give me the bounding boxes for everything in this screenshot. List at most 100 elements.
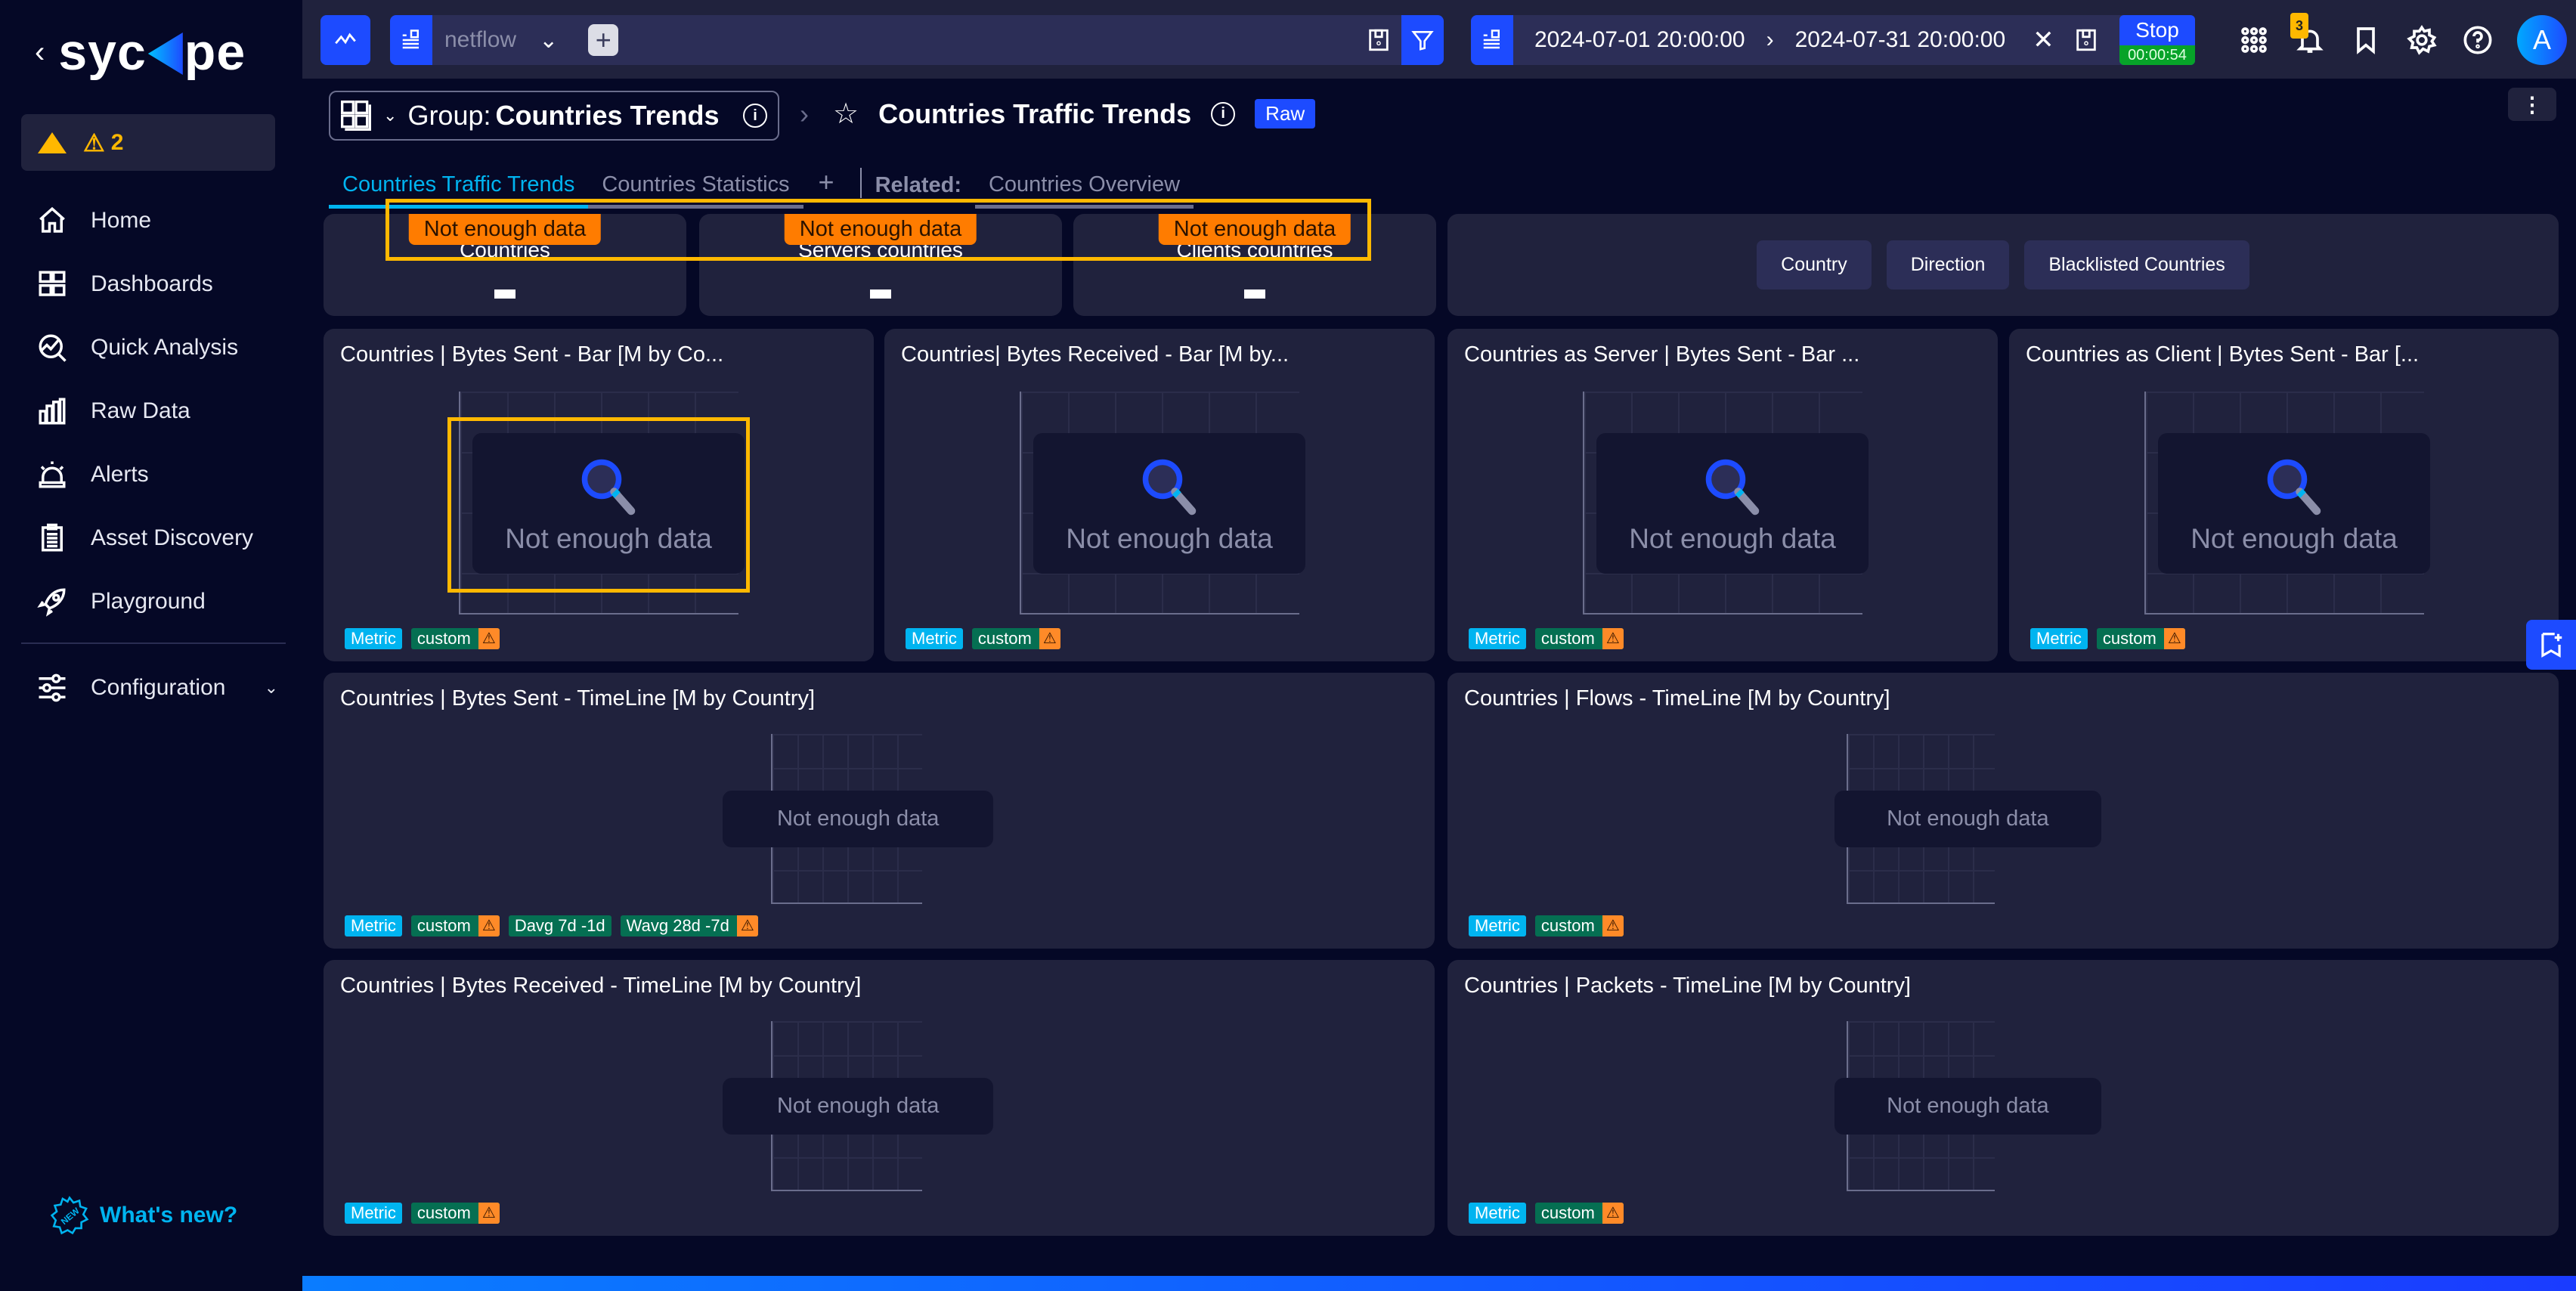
notifications-button[interactable]: 3 <box>2290 13 2327 57</box>
dashboard-info-icon[interactable]: i <box>1211 101 1236 126</box>
sidebar-item-asset-discovery[interactable]: Asset Discovery <box>36 506 286 570</box>
apps-grid-button[interactable] <box>2237 23 2271 57</box>
tag-label: custom <box>1540 629 1595 648</box>
sidebar-item-label: Alerts <box>91 462 149 487</box>
tag-label: Wavg 28d -7d <box>626 916 729 935</box>
widget-title[interactable]: Countries | Flows - TimeLine [M by Count… <box>1464 686 1890 711</box>
widget-title[interactable]: Countries as Server | Bytes Sent - Bar .… <box>1464 342 1859 367</box>
not-enough-data-box: Not enough data <box>1834 791 2101 847</box>
sidebar-divider <box>21 642 286 644</box>
tag-metric: Metric <box>906 628 963 649</box>
breadcrumb-separator-icon: › <box>800 98 809 129</box>
alerts-summary[interactable]: ⚠ 2 <box>21 114 275 171</box>
not-enough-data-box: Not enough data <box>723 1078 994 1135</box>
group-grid-icon <box>341 101 371 131</box>
widget-title[interactable]: Countries | Bytes Sent - Bar [M by Co... <box>340 342 723 367</box>
help-button[interactable] <box>2461 23 2494 57</box>
pulse-icon <box>335 33 356 45</box>
related-countries-overview[interactable]: Countries Overview <box>974 172 1194 209</box>
collapse-sidebar-icon[interactable]: ‹ <box>35 36 45 70</box>
timeline-widget: Countries | Bytes Received - TimeLine [M… <box>324 960 1435 1236</box>
filter-direction-button[interactable]: Direction <box>1886 240 2010 289</box>
no-data-message: Not enough data <box>1066 523 1273 554</box>
warning-icon: ⚠ <box>1602 628 1624 649</box>
brand-logo[interactable]: syc pe <box>58 23 246 82</box>
tag-label: custom <box>416 1203 471 1222</box>
sidebar-item-label: Raw Data <box>91 398 190 423</box>
tag-custom: custom ⚠ <box>2096 628 2185 649</box>
logo: ‹ syc pe <box>35 23 246 82</box>
chevron-down-icon: ⌄ <box>383 106 398 125</box>
chevron-down-icon[interactable]: ⌄ <box>539 27 558 54</box>
kpi-value-empty <box>1244 289 1265 299</box>
favorite-star-icon[interactable]: ☆ <box>833 97 859 131</box>
widget-title[interactable]: Countries as Client | Bytes Sent - Bar [… <box>2026 342 2419 367</box>
bar-widget: Countries| Bytes Received - Bar [M by...… <box>884 329 1435 661</box>
time-to[interactable]: 2024-07-31 20:00:00 <box>1795 27 2006 53</box>
sidebar-item-raw-data[interactable]: Raw Data <box>36 379 286 443</box>
tab-countries-statistics[interactable]: Countries Statistics <box>588 172 803 209</box>
kpi-countries: Countries Not enough data <box>324 214 686 316</box>
kpi-clients-countries: Clients countries Not enough data <box>1073 214 1436 316</box>
filter-blacklisted-countries-button[interactable]: Blacklisted Countries <box>2024 240 2249 289</box>
clear-time-button[interactable]: ✕ <box>2033 25 2054 55</box>
widget-title[interactable]: Countries| Bytes Received - Bar [M by... <box>901 342 1289 367</box>
widget-title[interactable]: Countries | Bytes Sent - TimeLine [M by … <box>340 686 815 711</box>
warning-icon: ⚠ <box>1602 1203 1624 1224</box>
magnifier-icon <box>1142 459 1197 515</box>
more-options-button[interactable]: ⋮ <box>2508 88 2556 121</box>
add-source-button[interactable]: + <box>588 24 619 56</box>
sidebar-item-quick-analysis[interactable]: Quick Analysis <box>36 316 286 379</box>
filter-button[interactable] <box>1401 15 1444 65</box>
filters-panel: Country Direction Blacklisted Countries <box>1447 214 2559 316</box>
sidebar-nav: Home Dashboards Quick Analysis Raw Data … <box>36 189 286 633</box>
widget-title[interactable]: Countries | Bytes Received - TimeLine [M… <box>340 974 861 998</box>
stop-button[interactable]: Stop 00:00:54 <box>2119 15 2195 65</box>
add-bookmark-side-button[interactable] <box>2526 620 2576 670</box>
sidebar-item-playground[interactable]: Playground <box>36 570 286 633</box>
warning-triangle-icon <box>38 132 67 153</box>
tag-metric: Metric <box>2030 628 2088 649</box>
whats-new-link[interactable]: NEW What's new? <box>50 1196 237 1235</box>
timeline-widget: Countries | Packets - TimeLine [M by Cou… <box>1447 960 2559 1236</box>
group-selector[interactable]: ⌄ Group: Countries Trends i <box>329 91 779 141</box>
sidebar-item-label: Home <box>91 208 152 233</box>
source-list-button[interactable] <box>390 15 432 65</box>
tag-custom: custom ⚠ <box>1534 1203 1624 1224</box>
save-query-button[interactable] <box>1364 25 1394 55</box>
tab-countries-traffic-trends[interactable]: Countries Traffic Trends <box>329 172 589 209</box>
clipboard-icon <box>36 522 68 554</box>
warning-icon: ⚠ <box>736 915 758 937</box>
save-icon <box>2076 29 2096 51</box>
whats-new-label: What's new? <box>100 1203 238 1228</box>
sidebar-item-label: Quick Analysis <box>91 335 239 360</box>
settings-button[interactable] <box>2405 23 2438 57</box>
time-presets-button[interactable] <box>1471 15 1513 65</box>
widget-title[interactable]: Countries | Packets - TimeLine [M by Cou… <box>1464 974 1911 998</box>
tag-custom: custom ⚠ <box>410 1203 500 1224</box>
source-name[interactable]: netflow <box>444 27 516 53</box>
gear-icon <box>2407 25 2437 55</box>
filter-country-button[interactable]: Country <box>1757 240 1872 289</box>
add-tab-button[interactable]: + <box>803 166 850 209</box>
siren-icon <box>36 459 68 491</box>
sidebar-item-dashboards[interactable]: Dashboards <box>36 252 286 316</box>
sidebar-item-configuration[interactable]: Configuration ⌄ <box>36 658 278 718</box>
stop-label: Stop <box>2135 18 2179 42</box>
sidebar-item-alerts[interactable]: Alerts <box>36 443 286 506</box>
group-prefix: Group: <box>407 100 491 131</box>
widget-tags: Metric custom ⚠ <box>906 628 1060 649</box>
warning-icon: ⚠ <box>478 1203 500 1224</box>
analytics-button[interactable] <box>320 15 370 65</box>
timeline-widget: Countries | Bytes Sent - TimeLine [M by … <box>324 673 1435 949</box>
time-from[interactable]: 2024-07-01 20:00:00 <box>1534 27 1745 53</box>
raw-mode-badge[interactable]: Raw <box>1255 99 1316 128</box>
not-enough-data-box: Not enough data <box>1834 1078 2101 1135</box>
bookmarks-button[interactable] <box>2349 23 2382 57</box>
bookmark-add-icon <box>2541 633 2562 658</box>
sidebar-item-home[interactable]: Home <box>36 189 286 252</box>
tag-label: custom <box>416 629 471 648</box>
save-time-button[interactable] <box>2071 25 2101 55</box>
group-info-icon[interactable]: i <box>743 104 767 128</box>
avatar[interactable]: A <box>2517 15 2567 65</box>
